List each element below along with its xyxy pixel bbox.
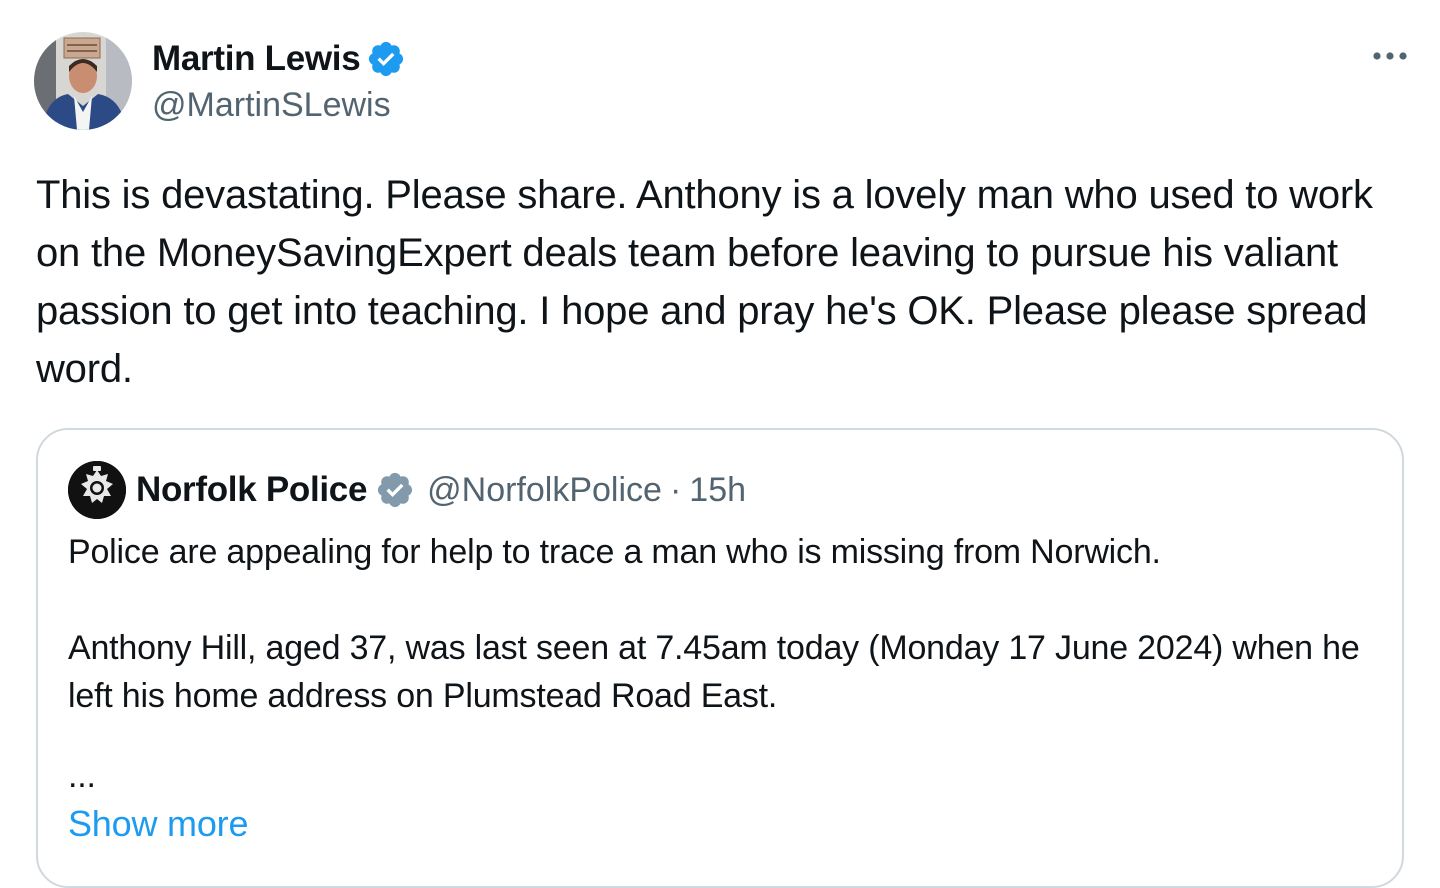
- avatar-image: [34, 32, 132, 130]
- tweet-header: Martin Lewis @MartinSLewis: [34, 32, 1414, 132]
- more-options-button[interactable]: [1366, 42, 1414, 70]
- show-more-link[interactable]: Show more: [68, 800, 248, 848]
- quoted-author-name[interactable]: Norfolk Police: [136, 470, 367, 510]
- quoted-ellipsis: ...: [68, 757, 96, 795]
- author-name[interactable]: Martin Lewis: [152, 39, 361, 79]
- tweet-text: This is devastating. Please share. Antho…: [36, 173, 1373, 391]
- quoted-tweet-time[interactable]: 15h: [689, 471, 746, 510]
- author-handle[interactable]: @MartinSLewis: [152, 86, 406, 125]
- author-info: Martin Lewis @MartinSLewis: [152, 36, 406, 125]
- quoted-paragraph-2: Anthony Hill, aged 37, was last seen at …: [68, 629, 1360, 715]
- quoted-author-handle[interactable]: @NorfolkPolice: [427, 471, 662, 510]
- quoted-tweet-body: Police are appealing for help to trace a…: [68, 528, 1368, 849]
- government-badge-icon[interactable]: [375, 470, 415, 510]
- author-avatar[interactable]: [34, 32, 132, 130]
- quoted-tweet-card[interactable]: Norfolk Police @NorfolkPolice · 15h Poli…: [36, 428, 1404, 888]
- quoted-author-avatar[interactable]: [68, 461, 126, 519]
- quoted-tweet-header: Norfolk Police @NorfolkPolice · 15h: [68, 460, 746, 520]
- verified-badge-icon[interactable]: [366, 39, 406, 79]
- author-name-row: Martin Lewis: [152, 36, 406, 82]
- quoted-paragraph-1: Police are appealing for help to trace a…: [68, 533, 1161, 571]
- police-crest-icon: [68, 461, 126, 519]
- header-separator: ·: [669, 470, 682, 509]
- more-horizontal-icon: [1373, 52, 1407, 60]
